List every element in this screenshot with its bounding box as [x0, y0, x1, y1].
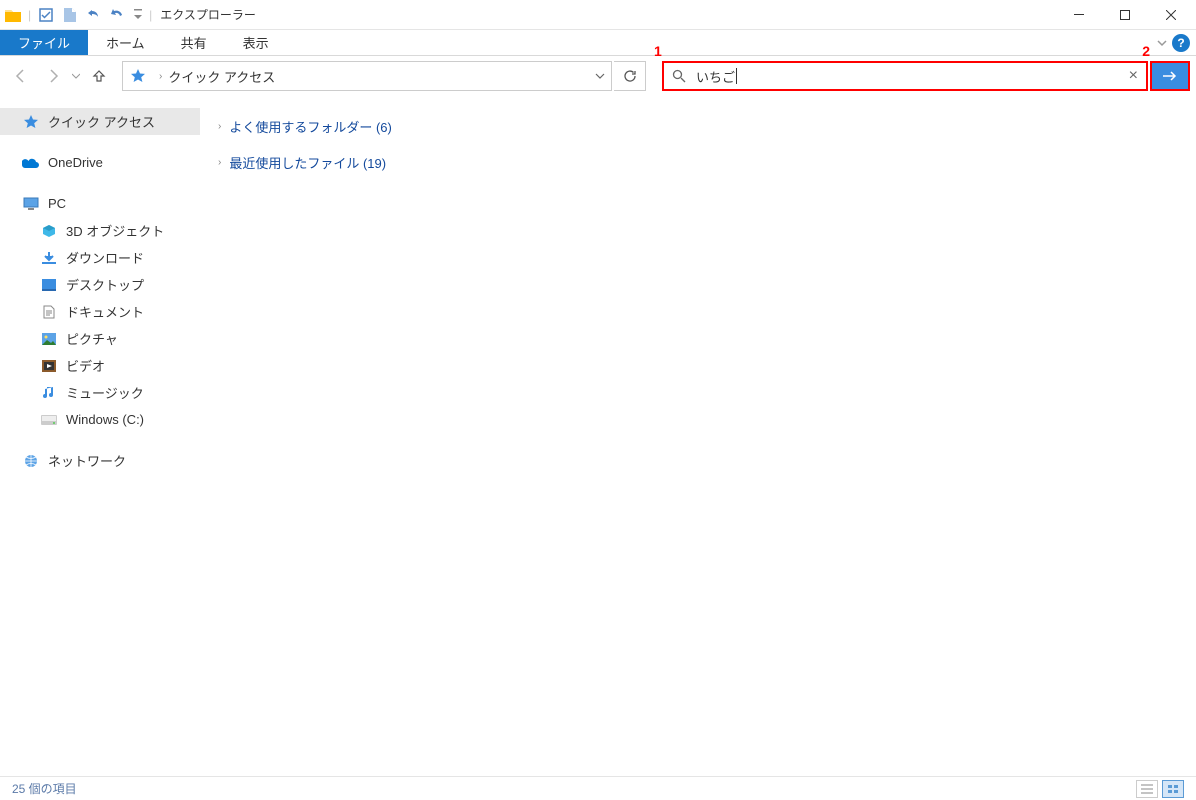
group-label: よく使用するフォルダー (6) [229, 117, 392, 136]
sidebar-item-pictures[interactable]: ピクチャ [0, 325, 200, 352]
sidebar-item-music[interactable]: ミュージック [0, 379, 200, 406]
content-area: › よく使用するフォルダー (6) › 最近使用したファイル (19) [200, 96, 1196, 776]
pc-icon [22, 195, 40, 213]
sidebar-label: ダウンロード [66, 248, 144, 267]
tab-view[interactable]: 表示 [225, 30, 287, 55]
sidebar-label: Windows (C:) [66, 412, 144, 427]
sidebar-label: PC [48, 196, 66, 211]
view-icons-button[interactable] [1162, 780, 1184, 798]
address-dropdown-icon[interactable] [595, 71, 605, 81]
window-controls [1056, 0, 1194, 30]
nav-back-button[interactable] [6, 61, 36, 91]
sidebar-label: クイック アクセス [48, 112, 155, 131]
sidebar-item-desktop[interactable]: デスクトップ [0, 271, 200, 298]
search-wrap: 1 2 いちご × [662, 61, 1190, 91]
breadcrumb-current[interactable]: クイック アクセス [168, 67, 275, 86]
sidebar-item-downloads[interactable]: ダウンロード [0, 244, 200, 271]
desktop-icon [40, 276, 58, 294]
sidebar-item-network[interactable]: ネットワーク [0, 447, 200, 474]
network-icon [22, 452, 40, 470]
chevron-right-icon: › [218, 121, 221, 132]
status-right [1136, 780, 1184, 798]
sidebar-item-3d-objects[interactable]: 3D オブジェクト [0, 217, 200, 244]
search-go-button[interactable] [1150, 61, 1190, 91]
sidebar-item-pc[interactable]: PC [0, 190, 200, 217]
cube-icon [40, 222, 58, 240]
status-item-count: 25 個の項目 [12, 780, 77, 797]
view-details-button[interactable] [1136, 780, 1158, 798]
breadcrumb-separator-icon: › [159, 71, 162, 82]
sidebar: クイック アクセス OneDrive PC 3D オブジェクト ダウンロード デ… [0, 96, 200, 776]
search-input[interactable]: いちご × [662, 61, 1148, 91]
annotation-1: 1 [654, 43, 662, 59]
close-button[interactable] [1148, 0, 1194, 30]
download-icon [40, 249, 58, 267]
group-label: 最近使用したファイル (19) [229, 153, 386, 172]
nav-forward-button[interactable] [38, 61, 68, 91]
cloud-icon [22, 154, 40, 172]
qat-new-folder-icon[interactable] [59, 4, 81, 26]
picture-icon [40, 330, 58, 348]
sidebar-item-quick-access[interactable]: クイック アクセス [0, 108, 200, 135]
sidebar-label: デスクトップ [66, 275, 144, 294]
annotation-2: 2 [1142, 43, 1150, 59]
main: クイック アクセス OneDrive PC 3D オブジェクト ダウンロード デ… [0, 96, 1196, 776]
minimize-button[interactable] [1056, 0, 1102, 30]
sidebar-label: ネットワーク [48, 451, 126, 470]
document-icon [40, 303, 58, 321]
sidebar-label: ピクチャ [66, 329, 118, 348]
sidebar-item-c-drive[interactable]: Windows (C:) [0, 406, 200, 433]
sidebar-item-documents[interactable]: ドキュメント [0, 298, 200, 325]
group-frequent-folders[interactable]: › よく使用するフォルダー (6) [208, 114, 1188, 138]
clear-search-icon[interactable]: × [1129, 67, 1138, 85]
window-title: エクスプローラー [160, 6, 256, 23]
search-icon [672, 69, 686, 83]
drive-icon [40, 411, 58, 429]
nav-up-button[interactable] [84, 61, 114, 91]
qat-properties-icon[interactable] [35, 4, 57, 26]
text-cursor [736, 68, 737, 84]
statusbar: 25 個の項目 [0, 776, 1196, 800]
title-separator: | [149, 8, 152, 22]
sidebar-item-onedrive[interactable]: OneDrive [0, 149, 200, 176]
sidebar-label: 3D オブジェクト [66, 221, 164, 240]
navbar: › クイック アクセス 1 2 いちご × [0, 56, 1196, 96]
music-icon [40, 384, 58, 402]
tab-home[interactable]: ホーム [88, 30, 163, 55]
tab-file[interactable]: ファイル [0, 30, 88, 55]
group-recent-files[interactable]: › 最近使用したファイル (19) [208, 150, 1188, 174]
ribbon-collapse-icon[interactable] [1156, 37, 1168, 49]
search-text: いちご [696, 67, 735, 86]
qat-dropdown-icon[interactable] [131, 4, 145, 26]
folder-app-icon [2, 4, 24, 26]
address-bar[interactable]: › クイック アクセス [122, 61, 612, 91]
quick-access-icon [129, 67, 147, 85]
ribbon-tabs: ファイル ホーム 共有 表示 ? [0, 30, 1196, 56]
sidebar-label: ドキュメント [66, 302, 144, 321]
maximize-button[interactable] [1102, 0, 1148, 30]
video-icon [40, 357, 58, 375]
tab-share[interactable]: 共有 [163, 30, 225, 55]
sidebar-label: OneDrive [48, 155, 103, 170]
sidebar-label: ビデオ [66, 356, 105, 375]
sidebar-label: ミュージック [66, 383, 144, 402]
qat-redo-icon[interactable] [107, 4, 129, 26]
titlebar: | | エクスプローラー [0, 0, 1196, 30]
qat-separator: | [28, 8, 31, 22]
star-icon [22, 113, 40, 131]
titlebar-left: | | エクスプローラー [2, 4, 256, 26]
chevron-right-icon: › [218, 157, 221, 168]
qat-undo-icon[interactable] [83, 4, 105, 26]
help-icon[interactable]: ? [1172, 34, 1190, 52]
ribbon-right-controls: ? [1156, 30, 1196, 55]
nav-history-dropdown[interactable] [70, 72, 82, 80]
refresh-button[interactable] [614, 61, 646, 91]
sidebar-item-videos[interactable]: ビデオ [0, 352, 200, 379]
